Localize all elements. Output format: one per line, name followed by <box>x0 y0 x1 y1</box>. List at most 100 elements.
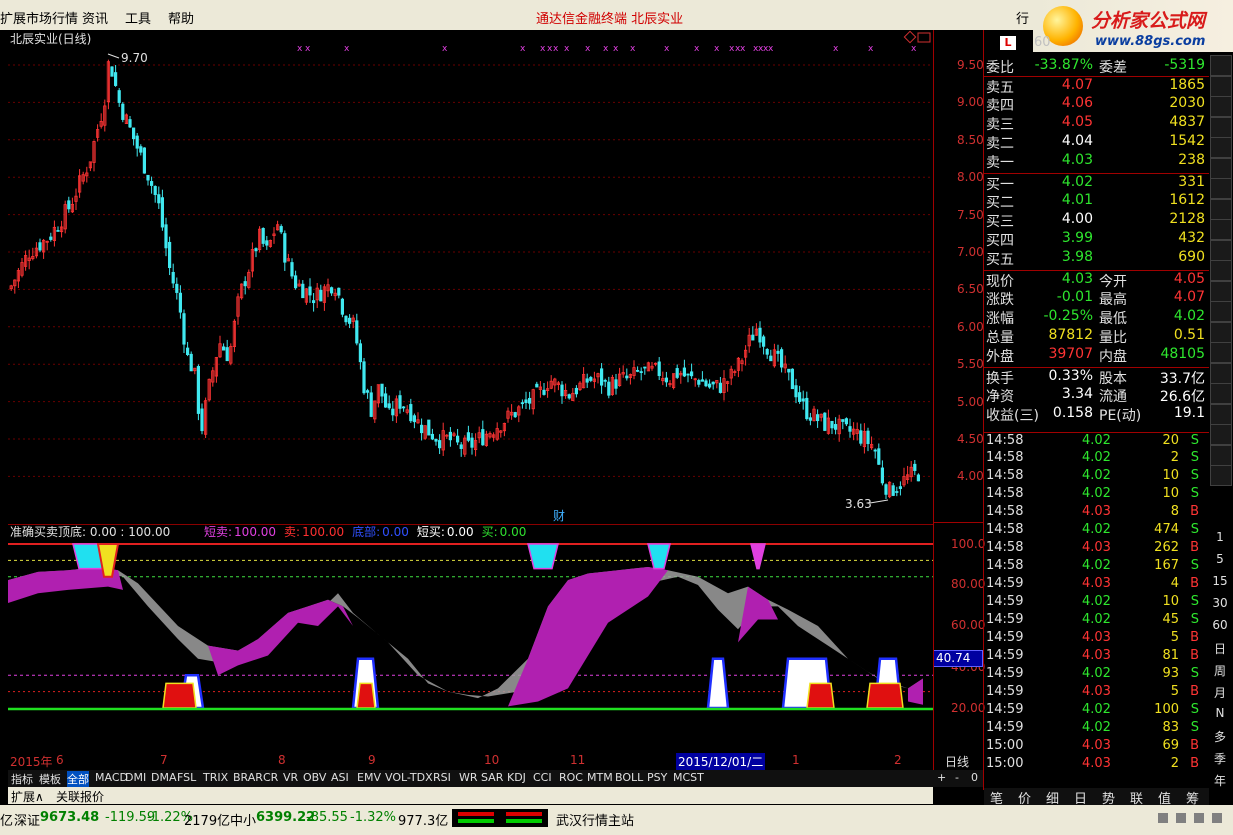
tick-row[interactable]: 14:59 4.03 5 B <box>984 630 1209 648</box>
f12-icon[interactable] <box>1210 260 1232 281</box>
tick-row[interactable]: 15:00 4.03 69 B <box>984 738 1209 756</box>
zoom-in-button[interactable]: + <box>937 771 946 784</box>
diamond-icon[interactable] <box>903 30 917 44</box>
list-icon[interactable] <box>1210 116 1232 138</box>
move-icon[interactable] <box>1210 403 1232 425</box>
indicator-tab[interactable]: VR <box>283 771 298 784</box>
period-button[interactable]: 日 <box>1210 640 1230 659</box>
finance-marker[interactable]: 财 <box>553 509 565 522</box>
period-button[interactable]: 5 <box>1210 552 1230 571</box>
tick-row[interactable]: 14:59 4.03 4 B <box>984 576 1209 594</box>
indicator-tab[interactable]: ASI <box>331 771 349 784</box>
tick-row[interactable]: 14:59 4.03 5 B <box>984 684 1209 702</box>
tick-row[interactable]: 14:59 4.02 45 S <box>984 612 1209 630</box>
indicator-tab[interactable]: BOLL <box>615 771 643 784</box>
indicator-tab[interactable]: 全部 <box>67 771 89 787</box>
candle-icon[interactable] <box>1210 178 1232 199</box>
layout-icon[interactable] <box>1210 465 1232 486</box>
rsi-icon[interactable] <box>1210 362 1232 384</box>
window-icon[interactable] <box>917 32 931 43</box>
status-icon-4[interactable] <box>1212 813 1222 823</box>
period-button[interactable]: N <box>1210 706 1230 725</box>
indicator-tab[interactable]: CCI <box>533 771 552 784</box>
period-button[interactable]: 15 <box>1210 574 1230 593</box>
indicator-tab[interactable]: MACD <box>95 771 128 784</box>
tick-row[interactable]: 14:58 4.02 2 S <box>984 450 1209 468</box>
menu-market[interactable]: 扩展市场行情 <box>0 8 78 27</box>
period-button[interactable]: 1 <box>1210 530 1230 549</box>
indicator-chart[interactable]: 准确买卖顶底: 0.00 : 100.00 短卖: 100.00 卖: 100.00 底… <box>8 524 933 752</box>
wave-icon[interactable] <box>1210 342 1232 363</box>
pencil-icon[interactable] <box>1210 424 1232 445</box>
expand-tab[interactable]: 扩展∧ <box>11 788 44 805</box>
indicator-tab[interactable]: OBV <box>303 771 326 784</box>
status-icon[interactable] <box>1158 813 1168 823</box>
table-icon[interactable] <box>1210 137 1232 158</box>
period-button[interactable]: 年 <box>1210 772 1230 791</box>
tick-row[interactable]: 14:59 4.03 81 B <box>984 648 1209 666</box>
tick-row[interactable]: 14:59 4.02 83 S <box>984 720 1209 738</box>
menu-news[interactable]: 资讯 <box>82 8 108 27</box>
tick-row[interactable]: 14:58 4.02 167 S <box>984 558 1209 576</box>
tick-row[interactable]: 14:59 4.02 10 S <box>984 594 1209 612</box>
up-arrow-icon[interactable] <box>1210 55 1232 76</box>
indicator-tab[interactable]: 指标 <box>11 771 33 787</box>
menu-help[interactable]: 帮助 <box>168 8 194 27</box>
indicator-tab[interactable]: RSI <box>433 771 451 784</box>
line-chart-icon[interactable] <box>1210 157 1232 179</box>
menu-right-label[interactable]: 行 <box>1016 8 1029 27</box>
indicator-tab[interactable]: WR <box>459 771 478 784</box>
indicator-tab[interactable]: KDJ <box>507 771 526 784</box>
indicator-tab[interactable]: DMA <box>151 771 177 784</box>
indicator-tab[interactable]: FSL <box>177 771 196 784</box>
period-button[interactable]: 多 <box>1210 728 1230 747</box>
indicator-tab[interactable]: EMV <box>357 771 381 784</box>
period-button[interactable]: 季 <box>1210 750 1230 769</box>
indicator-tab[interactable]: PSY <box>647 771 667 784</box>
grid-icon[interactable] <box>1210 96 1232 117</box>
tick-row[interactable]: 14:58 4.02 20 S <box>984 432 1209 451</box>
refresh-icon[interactable] <box>1210 239 1232 261</box>
period-label[interactable]: 日线 <box>945 753 969 770</box>
server-name[interactable]: 武汉行情主站 <box>556 810 634 829</box>
indicator-tab[interactable]: CR <box>263 771 278 784</box>
zoom-out-button[interactable]: - <box>955 771 959 784</box>
menu-tools[interactable]: 工具 <box>125 8 151 27</box>
info-icon[interactable] <box>1210 321 1232 343</box>
indicator-tab[interactable]: BRAR <box>233 771 263 784</box>
tick-row[interactable]: 14:58 4.03 262 B <box>984 540 1209 558</box>
indicator-tab[interactable]: TRIX <box>203 771 228 784</box>
tick-row[interactable]: 14:59 4.02 100 S <box>984 702 1209 720</box>
indicator-tab[interactable]: MTM <box>587 771 613 784</box>
down-arrow-icon[interactable] <box>1210 75 1232 97</box>
window-icon[interactable] <box>1210 198 1232 220</box>
pen-icon[interactable] <box>1210 280 1232 302</box>
tick-row[interactable]: 14:59 4.02 93 S <box>984 666 1209 684</box>
period-button[interactable]: 30 <box>1210 596 1230 615</box>
indicator-tab[interactable]: VOL-TDX <box>385 771 433 784</box>
indicator-tab[interactable]: MCST <box>673 771 704 784</box>
period-button[interactable]: 月 <box>1210 684 1230 703</box>
tick-row[interactable]: 14:58 4.02 10 S <box>984 468 1209 486</box>
related-quote-tab[interactable]: 关联报价 <box>56 788 104 805</box>
zoom-reset-button[interactable]: 0 <box>971 771 978 784</box>
indicator-tab[interactable]: DMI <box>125 771 146 784</box>
indicator-tab[interactable]: ROC <box>559 771 583 784</box>
period-button[interactable]: 60 <box>1210 618 1230 637</box>
indicator-tab[interactable]: 模板 <box>39 771 61 787</box>
f10-icon[interactable] <box>1210 219 1232 240</box>
period-button[interactable]: 周 <box>1210 662 1230 681</box>
dollar-icon[interactable] <box>1210 383 1232 404</box>
tick-row[interactable]: 14:58 4.02 10 S <box>984 486 1209 504</box>
target-icon[interactable] <box>1210 301 1232 322</box>
indicator-tab[interactable]: SAR <box>481 771 503 784</box>
tick-row[interactable]: 14:58 4.02 474 S <box>984 522 1209 540</box>
tick-row[interactable]: 15:00 4.03 2 B <box>984 756 1209 774</box>
tick-row[interactable]: 14:58 4.03 8 B <box>984 504 1209 522</box>
status-icon-2[interactable] <box>1176 813 1186 823</box>
f5-icon[interactable] <box>1210 444 1232 466</box>
candlestick-chart[interactable]: 北辰实业(日线) 9.70 3.63 财 xxxxxxxxxxxxxxxxxxx… <box>8 30 933 522</box>
status-icon-3[interactable] <box>1194 813 1204 823</box>
tick-list[interactable]: 14:58 4.02 20 S 14:58 4.02 2 S 14:58 4.02 10 S 14:58… <box>984 430 1209 790</box>
sell-signal-block <box>750 543 766 570</box>
